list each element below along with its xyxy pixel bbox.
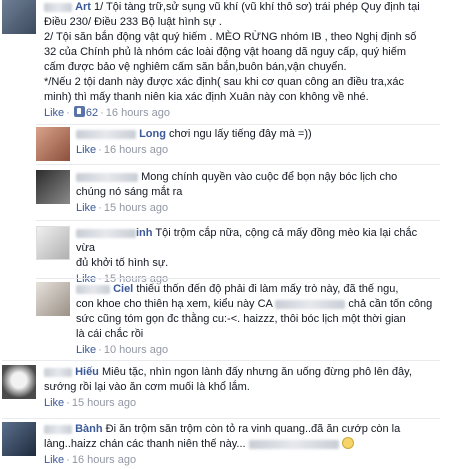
comment-text-line: là cái chắc rồi — [76, 328, 144, 340]
like-count[interactable]: 62 — [86, 107, 98, 119]
timestamp[interactable]: 16 hours ago — [72, 454, 136, 466]
like-link[interactable]: Like — [44, 454, 64, 466]
comment-text-line: con khoe cho thiên hạ xem, kiểu này CA — [76, 298, 273, 310]
divider — [2, 360, 440, 361]
redacted-text — [275, 299, 346, 309]
avatar[interactable] — [2, 365, 36, 399]
divider — [36, 124, 440, 125]
comment-item: Ciel thiếu thốn đến độ phải đi làm mấy t… — [36, 282, 446, 358]
divider — [36, 220, 440, 221]
avatar[interactable] — [2, 0, 36, 34]
commenter-name[interactable]: Bành — [75, 423, 103, 435]
comment-text-line: */Nếu 2 tội danh này được xác định( sau … — [44, 76, 404, 88]
comment-text-line: 2/ Tội săn bắn động vật quý hiếm . MÈO R… — [44, 31, 417, 43]
redacted-name — [44, 424, 72, 434]
comment-text-line: cấm được bảo vệ nghiêm cấm săn bắn,buôn … — [44, 61, 347, 73]
redacted-name — [44, 2, 72, 12]
commenter-name[interactable]: Hiếu — [75, 366, 99, 378]
avatar[interactable] — [36, 170, 70, 204]
comment-text-line: Đi ăn trộm săn trộm còn tỏ ra vinh quang… — [105, 423, 401, 435]
timestamp[interactable]: 15 hours ago — [104, 202, 168, 214]
comment-item: Bành Đi ăn trộm săn trộm còn tỏ ra vinh … — [2, 422, 446, 468]
comment-text-line: thiếu thốn đến độ phải đi làm mấy trò nà… — [136, 283, 399, 295]
comment-meta: Like · 15 hours ago — [76, 202, 169, 214]
comment-text-line: sướng rồi lại vào ăn cơm muối là khổ lắm… — [44, 381, 250, 393]
comment-text-line: Điều 230/ Điều 233 Bộ luật hình sự . — [44, 16, 222, 28]
like-link[interactable]: Like — [44, 107, 64, 119]
comment-text-line: làng..haizz chán các thanh niên thế này.… — [44, 438, 246, 450]
comment-meta: Like · 16 hours ago — [76, 144, 169, 156]
comment-text-line: chơi ngu lấy tiếng đây mà =)) — [169, 128, 312, 140]
comment-meta: Like · 16 hours ago — [44, 454, 137, 466]
divider — [36, 164, 440, 165]
divider — [36, 278, 440, 279]
comment-text-line: 32 của Chính phủ là nhóm các loài động v… — [44, 46, 407, 58]
timestamp[interactable]: 16 hours ago — [104, 144, 168, 156]
avatar[interactable] — [36, 127, 70, 161]
comment-item: Mong chính quyền vào cuộc để bọn nậy bóc… — [36, 170, 436, 216]
comment-text-line: chúng nó sáng mắt ra — [76, 186, 183, 198]
timestamp[interactable]: 10 hours ago — [104, 344, 168, 356]
commenter-name[interactable]: Ciel — [113, 283, 133, 295]
emoticon-icon — [341, 437, 354, 449]
comment-text-line: sức cũng tóm gọn đc thằng cu:-<. haizzz,… — [76, 313, 406, 325]
avatar[interactable] — [2, 422, 36, 456]
commenter-name[interactable]: Art — [75, 1, 91, 13]
commenter-name[interactable]: Long — [139, 128, 166, 140]
divider — [2, 418, 440, 419]
comment-meta: Like · 10 hours ago — [76, 344, 169, 356]
thumbs-up-icon — [73, 106, 85, 117]
avatar[interactable] — [36, 226, 70, 260]
redacted-name — [76, 129, 136, 139]
comment-text-line: đủ khởi tố hình sự. — [76, 257, 169, 269]
comment-thread: Art 1/ Tội tàng trữ,sử sụng vũ khí (vũ k… — [0, 0, 450, 469]
redacted-name — [76, 228, 136, 238]
redacted-name — [44, 367, 72, 377]
comment-item: Long chơi ngu lấy tiếng đây mà =)) Like ·… — [36, 127, 436, 161]
like-link[interactable]: Like — [76, 202, 96, 214]
comment-text-line: 1/ Tội tàng trữ,sử sụng vũ khí (vũ khí t… — [94, 1, 420, 13]
comment-meta: Like · 62 · 16 hours ago — [44, 106, 170, 119]
like-link[interactable]: Like — [44, 397, 64, 409]
like-link[interactable]: Like — [76, 344, 96, 356]
comment-item: Art 1/ Tội tàng trữ,sử sụng vũ khí (vũ k… — [2, 0, 442, 121]
comment-item: Hiếu Miêu tặc, nhìn ngon lành đấy nhưng … — [2, 365, 442, 411]
redacted-name — [76, 284, 110, 294]
like-link[interactable]: Like — [76, 144, 96, 156]
comment-meta: Like · 15 hours ago — [44, 397, 137, 409]
timestamp[interactable]: 16 hours ago — [106, 107, 170, 119]
comment-text-line: chả cần tốn công — [348, 298, 433, 310]
redacted-text — [248, 439, 339, 449]
avatar[interactable] — [36, 282, 70, 316]
comment-text-line: minh) thì mấy thanh niên kia xác định Xu… — [44, 91, 369, 103]
timestamp[interactable]: 15 hours ago — [72, 397, 136, 409]
comment-text-line: Miêu tặc, nhìn ngon lành đấy nhưng ăn uố… — [101, 366, 412, 378]
commenter-name[interactable]: inh — [136, 227, 153, 239]
redacted-name — [76, 172, 138, 182]
comment-text-line: Mong chính quyền vào cuộc để bọn nậy bóc… — [141, 171, 398, 183]
